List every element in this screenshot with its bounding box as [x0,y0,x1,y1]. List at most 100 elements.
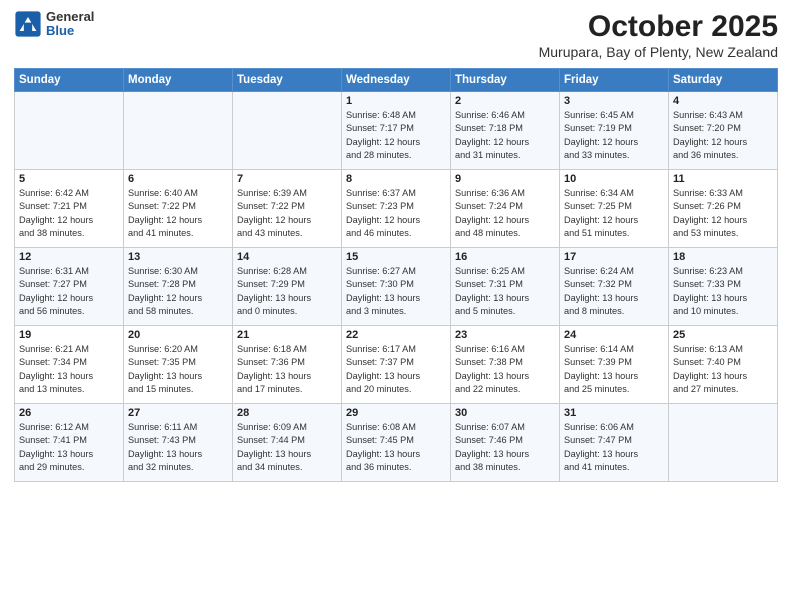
calendar-week-1: 1Sunrise: 6:48 AM Sunset: 7:17 PM Daylig… [15,92,778,170]
calendar-cell: 20 Sunrise: 6:20 AM Sunset: 7:35 PM Dayli… [124,326,233,404]
page-title: October 2025 [539,10,778,44]
weekday-header-row: SundayMondayTuesdayWednesdayThursdayFrid… [15,69,778,92]
calendar-cell: 9 Sunrise: 6:36 AM Sunset: 7:24 PM Daylig… [451,170,560,248]
calendar-cell [124,92,233,170]
day-number: 13 [128,251,228,263]
calendar-cell: 4Sunrise: 6:43 AM Sunset: 7:20 PM Daylig… [669,92,778,170]
calendar-cell: 13 Sunrise: 6:30 AM Sunset: 7:28 PM Dayli… [124,248,233,326]
day-info: Sunrise: 6:34 AM Sunset: 7:25 PM Dayligh… [564,187,664,240]
calendar-cell: 5 Sunrise: 6:42 AM Sunset: 7:21 PM Daylig… [15,170,124,248]
calendar-cell: 14 Sunrise: 6:28 AM Sunset: 7:29 PM Dayli… [233,248,342,326]
weekday-header-wednesday: Wednesday [342,69,451,92]
calendar-cell: 27 Sunrise: 6:11 AM Sunset: 7:43 PM Dayli… [124,404,233,482]
logo-general: General [46,10,94,24]
day-number: 12 [19,251,119,263]
day-number: 9 [455,173,555,185]
day-info: Sunrise: 6:06 AM Sunset: 7:47 PM Dayligh… [564,421,664,474]
logo-text: General Blue [46,10,94,39]
day-number: 25 [673,329,773,341]
day-number: 5 [19,173,119,185]
day-number: 19 [19,329,119,341]
day-info: Sunrise: 6:20 AM Sunset: 7:35 PM Dayligh… [128,343,228,396]
day-info: Sunrise: 6:40 AM Sunset: 7:22 PM Dayligh… [128,187,228,240]
day-info: Sunrise: 6:23 AM Sunset: 7:33 PM Dayligh… [673,265,773,318]
calendar-cell: 3 Sunrise: 6:45 AM Sunset: 7:19 PM Daylig… [560,92,669,170]
day-info: Sunrise: 6:42 AM Sunset: 7:21 PM Dayligh… [19,187,119,240]
day-info: Sunrise: 6:07 AM Sunset: 7:46 PM Dayligh… [455,421,555,474]
day-info: Sunrise: 6:17 AM Sunset: 7:37 PM Dayligh… [346,343,446,396]
day-number: 26 [19,407,119,419]
page-subtitle: Murupara, Bay of Plenty, New Zealand [539,44,778,60]
calendar-week-4: 19Sunrise: 6:21 AM Sunset: 7:34 PM Dayli… [15,326,778,404]
day-info: Sunrise: 6:18 AM Sunset: 7:36 PM Dayligh… [237,343,337,396]
calendar-cell: 18 Sunrise: 6:23 AM Sunset: 7:33 PM Dayli… [669,248,778,326]
day-number: 24 [564,329,664,341]
day-number: 15 [346,251,446,263]
day-info: Sunrise: 6:28 AM Sunset: 7:29 PM Dayligh… [237,265,337,318]
calendar-cell: 24 Sunrise: 6:14 AM Sunset: 7:39 PM Dayli… [560,326,669,404]
day-info: Sunrise: 6:25 AM Sunset: 7:31 PM Dayligh… [455,265,555,318]
calendar-cell: 22Sunrise: 6:17 AM Sunset: 7:37 PM Dayli… [342,326,451,404]
day-info: Sunrise: 6:30 AM Sunset: 7:28 PM Dayligh… [128,265,228,318]
weekday-header-saturday: Saturday [669,69,778,92]
calendar-cell [15,92,124,170]
day-info: Sunrise: 6:11 AM Sunset: 7:43 PM Dayligh… [128,421,228,474]
day-info: Sunrise: 6:33 AM Sunset: 7:26 PM Dayligh… [673,187,773,240]
day-number: 4 [673,95,773,107]
day-number: 27 [128,407,228,419]
day-info: Sunrise: 6:12 AM Sunset: 7:41 PM Dayligh… [19,421,119,474]
day-number: 16 [455,251,555,263]
day-number: 31 [564,407,664,419]
logo-blue: Blue [46,24,94,38]
day-info: Sunrise: 6:24 AM Sunset: 7:32 PM Dayligh… [564,265,664,318]
calendar-cell: 21 Sunrise: 6:18 AM Sunset: 7:36 PM Dayli… [233,326,342,404]
day-number: 3 [564,95,664,107]
calendar-week-5: 26 Sunrise: 6:12 AM Sunset: 7:41 PM Dayli… [15,404,778,482]
calendar-cell: 31 Sunrise: 6:06 AM Sunset: 7:47 PM Dayli… [560,404,669,482]
day-info: Sunrise: 6:46 AM Sunset: 7:18 PM Dayligh… [455,109,555,162]
day-info: Sunrise: 6:37 AM Sunset: 7:23 PM Dayligh… [346,187,446,240]
day-info: Sunrise: 6:39 AM Sunset: 7:22 PM Dayligh… [237,187,337,240]
calendar-cell: 29Sunrise: 6:08 AM Sunset: 7:45 PM Dayli… [342,404,451,482]
title-block: October 2025 Murupara, Bay of Plenty, Ne… [539,10,778,60]
day-info: Sunrise: 6:08 AM Sunset: 7:45 PM Dayligh… [346,421,446,474]
day-number: 20 [128,329,228,341]
day-number: 23 [455,329,555,341]
weekday-header-sunday: Sunday [15,69,124,92]
day-number: 14 [237,251,337,263]
calendar-cell: 1Sunrise: 6:48 AM Sunset: 7:17 PM Daylig… [342,92,451,170]
day-info: Sunrise: 6:27 AM Sunset: 7:30 PM Dayligh… [346,265,446,318]
weekday-header-monday: Monday [124,69,233,92]
calendar-cell: 2Sunrise: 6:46 AM Sunset: 7:18 PM Daylig… [451,92,560,170]
weekday-header-thursday: Thursday [451,69,560,92]
calendar-cell: 7 Sunrise: 6:39 AM Sunset: 7:22 PM Daylig… [233,170,342,248]
calendar-week-2: 5 Sunrise: 6:42 AM Sunset: 7:21 PM Daylig… [15,170,778,248]
calendar-table: SundayMondayTuesdayWednesdayThursdayFrid… [14,68,778,482]
calendar-cell: 16 Sunrise: 6:25 AM Sunset: 7:31 PM Dayli… [451,248,560,326]
day-info: Sunrise: 6:14 AM Sunset: 7:39 PM Dayligh… [564,343,664,396]
calendar-cell: 19Sunrise: 6:21 AM Sunset: 7:34 PM Dayli… [15,326,124,404]
day-number: 7 [237,173,337,185]
calendar-week-3: 12Sunrise: 6:31 AM Sunset: 7:27 PM Dayli… [15,248,778,326]
header: General Blue October 2025 Murupara, Bay … [14,10,778,60]
calendar-cell: 11Sunrise: 6:33 AM Sunset: 7:26 PM Dayli… [669,170,778,248]
day-number: 21 [237,329,337,341]
day-number: 18 [673,251,773,263]
day-number: 6 [128,173,228,185]
calendar-cell: 15 Sunrise: 6:27 AM Sunset: 7:30 PM Dayli… [342,248,451,326]
logo-icon [14,10,42,38]
day-info: Sunrise: 6:36 AM Sunset: 7:24 PM Dayligh… [455,187,555,240]
page: General Blue October 2025 Murupara, Bay … [0,0,792,612]
day-number: 1 [346,95,446,107]
day-info: Sunrise: 6:45 AM Sunset: 7:19 PM Dayligh… [564,109,664,162]
calendar-cell: 25Sunrise: 6:13 AM Sunset: 7:40 PM Dayli… [669,326,778,404]
day-info: Sunrise: 6:09 AM Sunset: 7:44 PM Dayligh… [237,421,337,474]
day-number: 8 [346,173,446,185]
calendar-cell [669,404,778,482]
calendar-cell: 26 Sunrise: 6:12 AM Sunset: 7:41 PM Dayli… [15,404,124,482]
day-number: 28 [237,407,337,419]
weekday-header-tuesday: Tuesday [233,69,342,92]
calendar-cell: 12Sunrise: 6:31 AM Sunset: 7:27 PM Dayli… [15,248,124,326]
day-info: Sunrise: 6:16 AM Sunset: 7:38 PM Dayligh… [455,343,555,396]
day-number: 17 [564,251,664,263]
